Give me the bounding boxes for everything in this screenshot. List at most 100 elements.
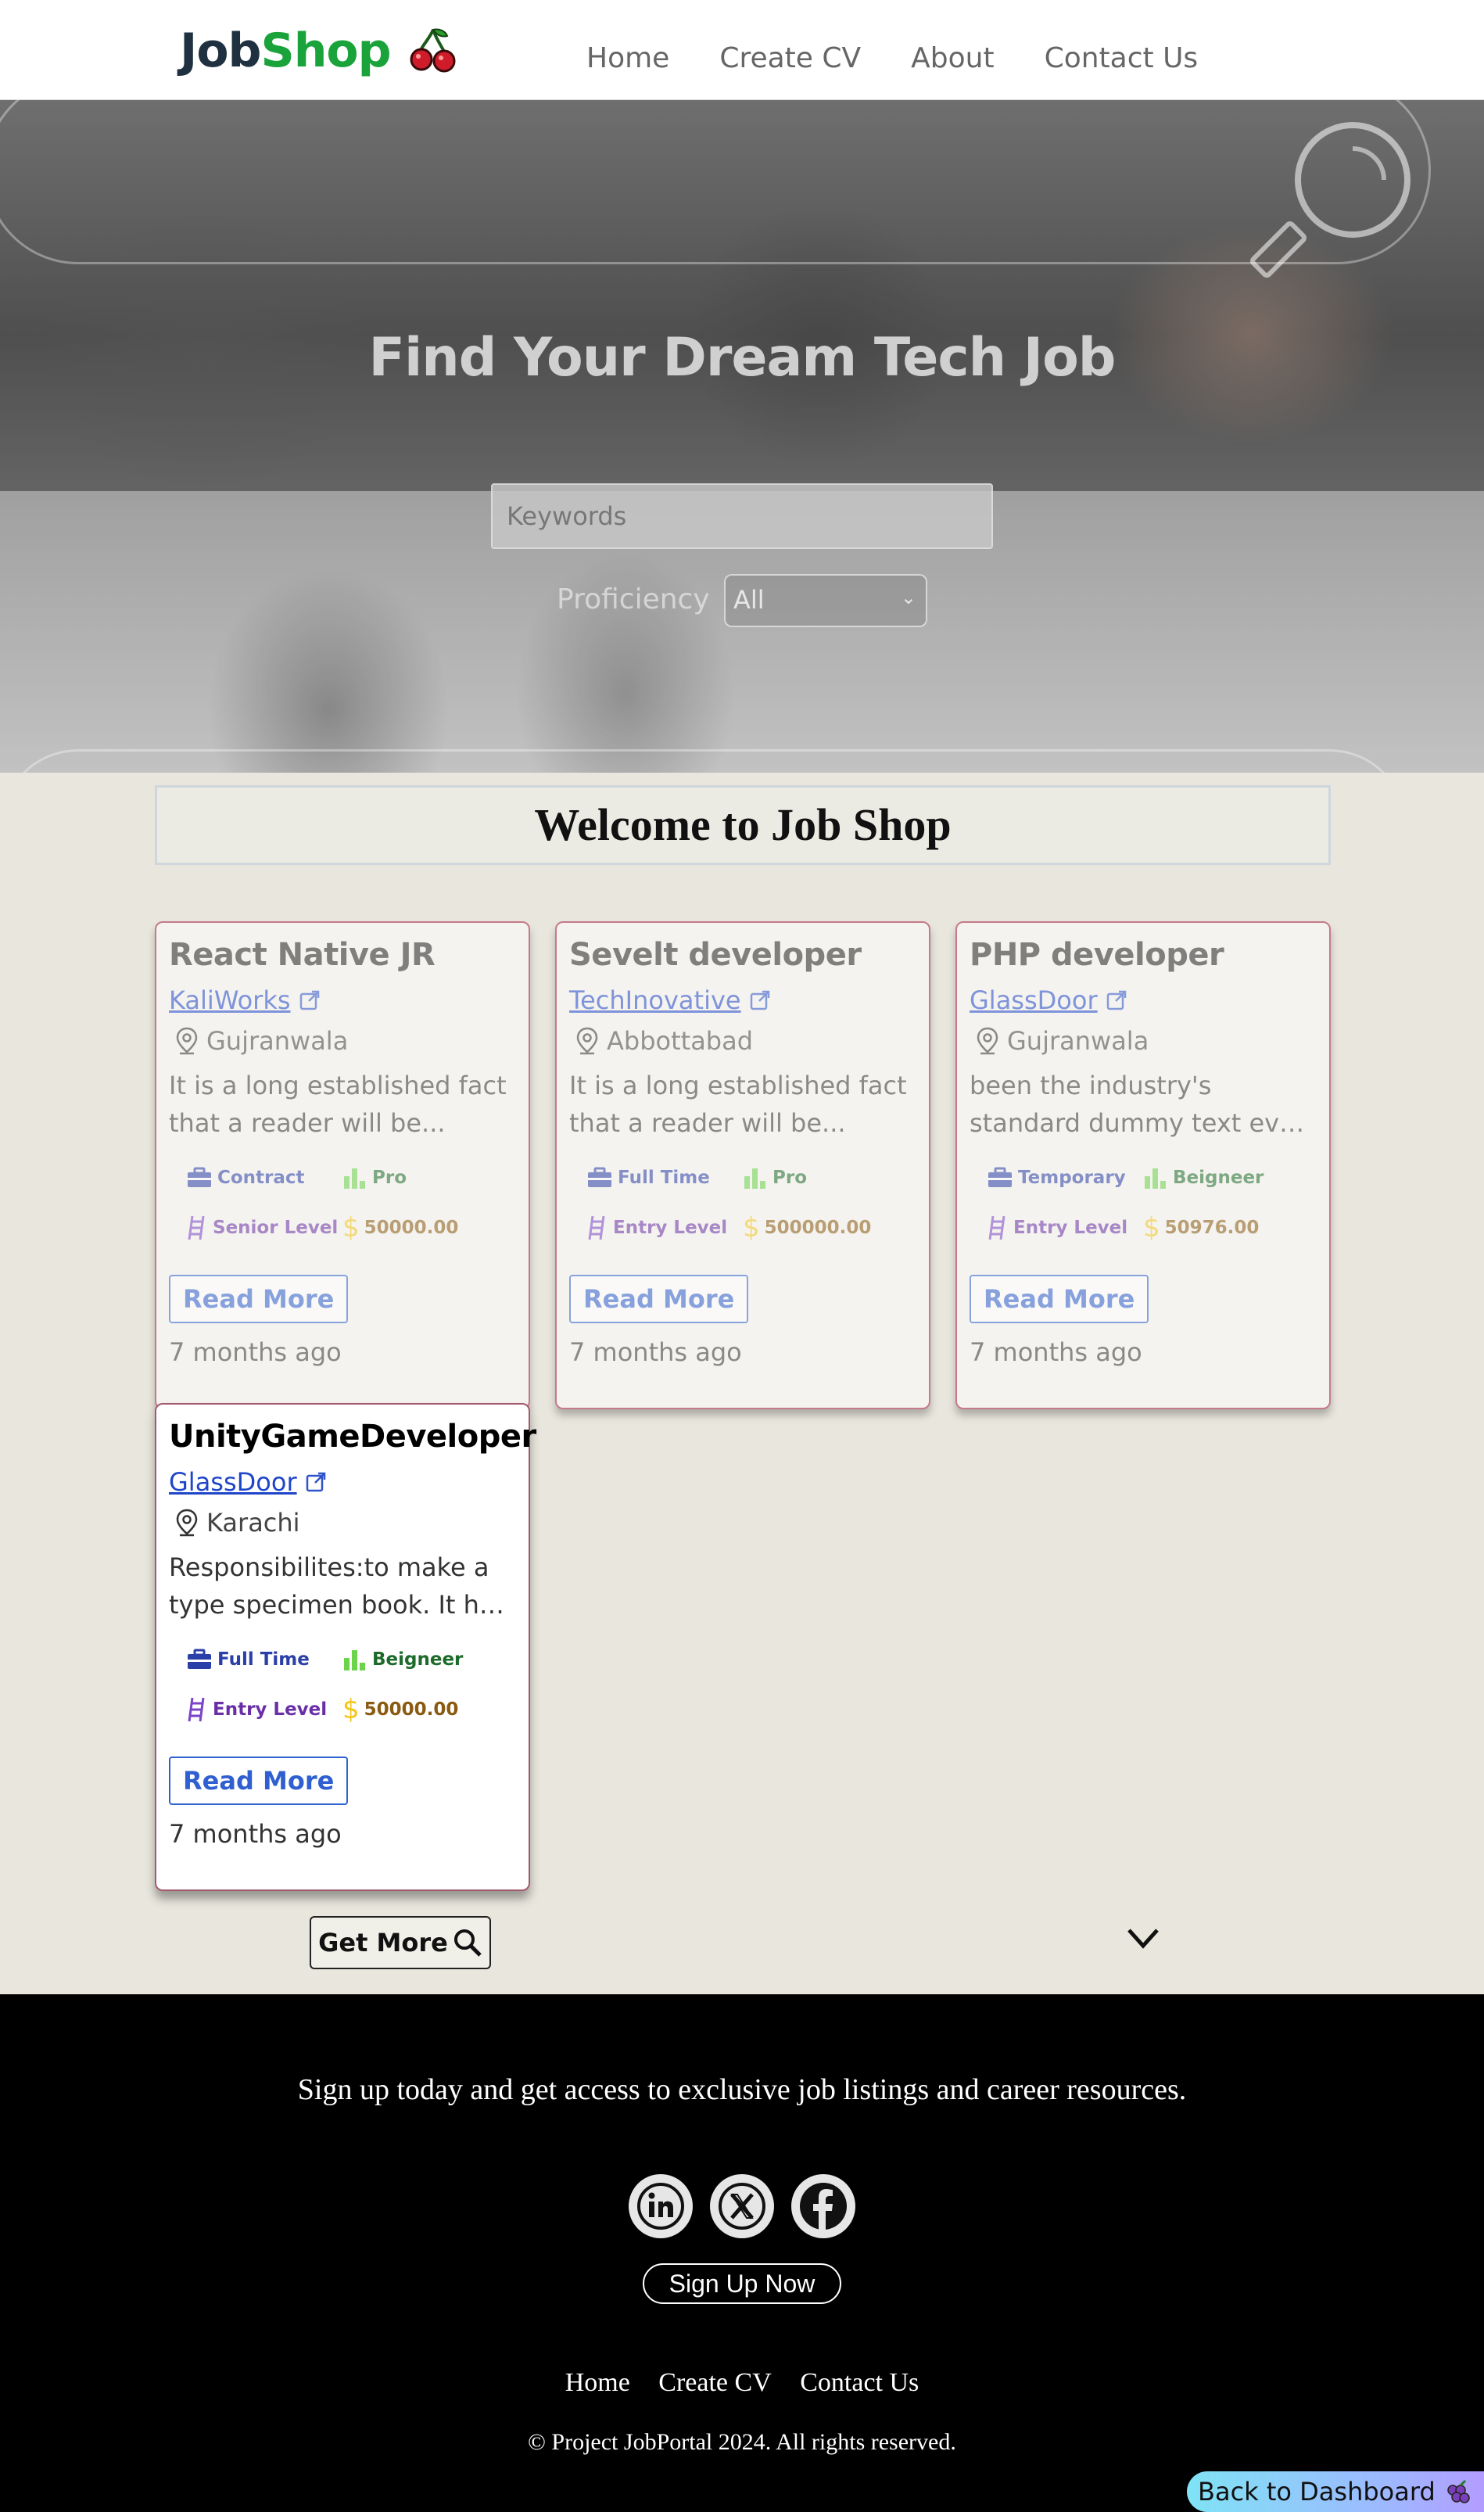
footer-link-home[interactable]: Home bbox=[565, 2368, 630, 2397]
job-salary-text: 50000.00 bbox=[364, 1699, 459, 1720]
job-proficiency: Pro bbox=[743, 1165, 915, 1190]
job-title: UnityGameDeveloper bbox=[169, 1419, 536, 1455]
back-to-dashboard-label: Back to Dashboard bbox=[1198, 2477, 1436, 2507]
location-text: Karachi bbox=[206, 1508, 300, 1538]
nav-contact-us[interactable]: Contact Us bbox=[1045, 42, 1199, 74]
job-card[interactable]: UnityGameDeveloper GlassDoor Karachi Res… bbox=[155, 1403, 536, 1891]
nav-home[interactable]: Home bbox=[586, 42, 669, 74]
magnifier-icon bbox=[1250, 122, 1411, 278]
company-link[interactable]: KaliWorks bbox=[169, 985, 291, 1015]
get-more-button[interactable]: Get More bbox=[310, 1916, 491, 1969]
description-line-2: type specimen book. It ha... bbox=[169, 1590, 516, 1620]
external-link-icon[interactable] bbox=[299, 989, 321, 1011]
job-level-text: Entry Level bbox=[613, 1218, 728, 1238]
job-location: Abbottabad bbox=[569, 1026, 916, 1056]
job-description: It is a long established fact that a rea… bbox=[169, 1067, 516, 1142]
read-more-button[interactable]: Read More bbox=[169, 1757, 349, 1805]
job-proficiency-text: Pro bbox=[372, 1168, 407, 1188]
dollar-icon: $ bbox=[342, 1694, 360, 1725]
job-card[interactable]: React Native JR KaliWorks Gujranwala It … bbox=[155, 921, 530, 1409]
job-description: Responsibilites:to make a type specimen … bbox=[169, 1548, 516, 1624]
bar-chart-icon bbox=[344, 1168, 365, 1189]
external-link-icon[interactable] bbox=[305, 1471, 327, 1493]
description-line-1: It is a long established fact bbox=[569, 1071, 907, 1100]
job-salary-text: 500000.00 bbox=[764, 1218, 872, 1238]
ladder-icon bbox=[988, 1215, 1005, 1240]
chevron-down-icon: ⌄ bbox=[900, 587, 916, 608]
x-icon[interactable] bbox=[710, 2174, 774, 2238]
location-pin-icon bbox=[977, 1027, 998, 1055]
linkedin-icon[interactable] bbox=[629, 2174, 693, 2238]
proficiency-label: Proficiency bbox=[557, 583, 710, 615]
description-line-1: been the industry's bbox=[970, 1071, 1212, 1100]
briefcase-icon bbox=[988, 1167, 1012, 1187]
proficiency-select[interactable]: All ⌄ bbox=[724, 574, 927, 627]
job-level: Senior Level bbox=[186, 1212, 342, 1243]
posted-time: 7 months ago bbox=[970, 1337, 1142, 1367]
footer-link-contact-us[interactable]: Contact Us bbox=[800, 2368, 919, 2397]
job-meta: Full Time Pro Entry Level $500000.00 bbox=[569, 1165, 916, 1243]
read-more-button[interactable]: Read More bbox=[569, 1275, 749, 1323]
nav-about[interactable]: About bbox=[911, 42, 994, 74]
ladder-icon bbox=[588, 1215, 605, 1240]
brand-logo[interactable]: JobShop bbox=[180, 23, 392, 78]
job-salary: $50000.00 bbox=[342, 1694, 514, 1725]
job-meta: Temporary Beigneer Entry Level $50976.00 bbox=[970, 1165, 1317, 1243]
footer-link-create-cv[interactable]: Create CV bbox=[658, 2368, 771, 2397]
job-level: Entry Level bbox=[586, 1212, 743, 1243]
hero-decor-ring bbox=[0, 100, 1431, 264]
sign-up-button[interactable]: Sign Up Now bbox=[643, 2263, 841, 2304]
read-more-button[interactable]: Read More bbox=[169, 1275, 349, 1323]
job-salary: $50976.00 bbox=[1143, 1212, 1315, 1243]
job-card[interactable]: PHP developer GlassDoor Gujranwala been … bbox=[955, 921, 1331, 1409]
get-more-label: Get More bbox=[318, 1928, 448, 1958]
external-link-icon[interactable] bbox=[749, 989, 771, 1011]
job-proficiency-text: Beigneer bbox=[372, 1649, 464, 1670]
welcome-banner: Welcome to Job Shop bbox=[155, 785, 1331, 865]
job-proficiency: Pro bbox=[342, 1165, 514, 1190]
proficiency-selected-value: All bbox=[733, 585, 765, 615]
ladder-icon bbox=[188, 1697, 205, 1722]
dollar-icon: $ bbox=[1143, 1212, 1160, 1243]
bar-chart-icon bbox=[1145, 1168, 1166, 1189]
job-type-text: Full Time bbox=[217, 1649, 310, 1670]
job-description: been the industry's standard dummy text … bbox=[970, 1067, 1317, 1142]
bar-chart-icon bbox=[344, 1650, 365, 1670]
briefcase-icon bbox=[588, 1167, 611, 1187]
keywords-input[interactable] bbox=[491, 483, 993, 549]
job-type: Temporary bbox=[987, 1165, 1143, 1190]
bar-chart-icon bbox=[744, 1168, 765, 1189]
description-line-1: It is a long established fact bbox=[169, 1071, 507, 1100]
location-text: Gujranwala bbox=[1007, 1026, 1149, 1056]
location-text: Gujranwala bbox=[206, 1026, 349, 1056]
company-link[interactable]: GlassDoor bbox=[970, 985, 1098, 1015]
posted-time: 7 months ago bbox=[169, 1819, 342, 1849]
job-proficiency: Beigneer bbox=[1143, 1165, 1315, 1190]
description-line-2: that a reader will be... bbox=[169, 1108, 446, 1138]
job-title: Sevelt developer bbox=[569, 937, 862, 973]
external-link-icon[interactable] bbox=[1106, 989, 1127, 1011]
job-level-text: Entry Level bbox=[1013, 1218, 1128, 1238]
back-to-dashboard-button[interactable]: Back to Dashboard bbox=[1187, 2471, 1484, 2512]
chevron-down-icon[interactable] bbox=[1126, 1924, 1160, 1952]
cherry-icon bbox=[410, 28, 456, 73]
location-text: Abbottabad bbox=[607, 1026, 754, 1056]
company-link[interactable]: GlassDoor bbox=[169, 1467, 297, 1497]
facebook-icon[interactable] bbox=[791, 2174, 855, 2238]
job-location: Gujranwala bbox=[169, 1026, 516, 1056]
company-link[interactable]: TechInovative bbox=[569, 985, 741, 1015]
search-icon bbox=[453, 1929, 482, 1957]
job-card[interactable]: Sevelt developer TechInovative Abbottaba… bbox=[555, 921, 930, 1409]
read-more-button[interactable]: Read More bbox=[970, 1275, 1149, 1323]
footer-tagline: Sign up today and get access to exclusiv… bbox=[297, 2073, 1187, 2106]
job-title: PHP developer bbox=[970, 937, 1224, 973]
footer: Sign up today and get access to exclusiv… bbox=[0, 1994, 1484, 2512]
job-salary-text: 50000.00 bbox=[364, 1218, 459, 1238]
job-type: Full Time bbox=[186, 1647, 342, 1672]
description-line-1: Responsibilites:to make a bbox=[169, 1552, 489, 1582]
job-meta: Contract Pro Senior Level $50000.00 bbox=[169, 1165, 516, 1243]
briefcase-icon bbox=[188, 1649, 211, 1669]
job-level: Entry Level bbox=[987, 1212, 1143, 1243]
nav-create-cv[interactable]: Create CV bbox=[719, 42, 861, 74]
job-title: React Native JR bbox=[169, 937, 436, 973]
